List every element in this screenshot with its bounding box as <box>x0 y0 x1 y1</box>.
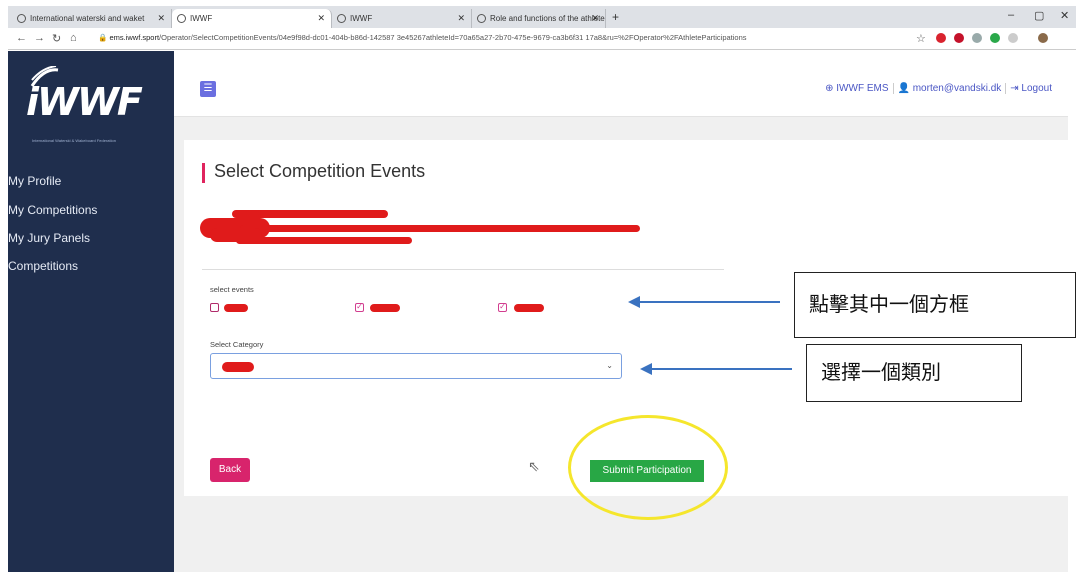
globe-icon <box>337 14 346 23</box>
tab-label: IWWF <box>190 14 213 23</box>
mouse-cursor-icon: ⇖ <box>528 458 540 474</box>
url-field[interactable]: 🔒 ems.iwwf.sport/Operator/SelectCompetit… <box>98 33 898 42</box>
maximize-button[interactable]: ▢ <box>1034 9 1044 22</box>
adblock-extension-icon[interactable] <box>954 33 964 43</box>
page-title: Select Competition Events <box>214 161 426 181</box>
annotation-arrow-line <box>652 368 792 370</box>
logout-link[interactable]: ⇥ Logout <box>1005 83 1056 94</box>
close-icon[interactable]: ✕ <box>317 13 325 24</box>
section-divider <box>202 269 724 270</box>
top-header: ☰ ⊕ IWWF EMS 👤 morten@vandski.dk ⇥ Logout <box>174 51 1068 117</box>
redaction-mark <box>210 228 262 242</box>
close-window-button[interactable]: ✕ <box>1060 9 1069 22</box>
redaction-mark <box>240 225 640 232</box>
header-links: ⊕ IWWF EMS 👤 morten@vandski.dk ⇥ Logout <box>821 83 1056 94</box>
forward-arrow-icon[interactable]: → <box>34 32 45 44</box>
select-category-label: Select Category <box>210 340 264 349</box>
minimize-button[interactable]: – <box>1008 9 1014 21</box>
sidebar-item-competitions[interactable]: Competitions <box>8 259 78 273</box>
green-extension-icon[interactable] <box>990 33 1000 43</box>
iwwf-logo[interactable]: iWWF International Waterski & Wakeboard … <box>20 66 160 146</box>
event-checkbox-1[interactable] <box>210 303 219 312</box>
sidebar-item-my-profile[interactable]: My Profile <box>8 174 61 188</box>
annotation-arrow-line <box>640 301 780 303</box>
back-button[interactable]: Back <box>210 458 250 482</box>
callout-category: 選擇一個類別 <box>806 344 1022 402</box>
tab-role-functions[interactable]: Role and functions of the athlete ✕ <box>472 9 606 28</box>
site-favicon-icon <box>17 14 26 23</box>
redaction-mark <box>514 304 544 312</box>
logo-text: iWWF <box>26 80 143 124</box>
title-accent-bar <box>202 163 205 183</box>
close-icon[interactable]: ✕ <box>457 13 465 24</box>
reading-list-icon[interactable] <box>1008 33 1018 43</box>
tab-label: IWWF <box>350 14 373 23</box>
callout-checkbox: 點擊其中一個方框 <box>794 272 1076 338</box>
logo-subtitle: International Waterski & Wakeboard Feder… <box>32 138 116 143</box>
opera-extension-icon[interactable] <box>936 33 946 43</box>
back-arrow-icon[interactable]: ← <box>16 32 27 44</box>
url-domain: ems.iwwf.sport <box>109 33 160 42</box>
tab-iwwf[interactable]: IWWF ✕ <box>332 9 472 28</box>
close-icon[interactable]: ✕ <box>157 13 165 24</box>
redaction-mark <box>232 210 388 218</box>
redaction-mark <box>224 304 248 312</box>
puzzle-extension-icon[interactable] <box>972 33 982 43</box>
redaction-mark <box>370 304 400 312</box>
star-icon[interactable]: ☆ <box>916 32 926 45</box>
tab-label: Role and functions of the athlete <box>490 14 605 23</box>
category-select[interactable]: ⌄ <box>210 353 622 379</box>
annotation-arrow-head-icon <box>628 296 640 308</box>
reload-icon[interactable]: ↻ <box>52 32 61 45</box>
tab-strip: International waterski and waket ✕ IWWF … <box>8 6 1076 28</box>
new-tab-button[interactable]: + <box>612 10 619 24</box>
menu-toggle-icon[interactable]: ☰ <box>200 81 216 97</box>
highlight-circle <box>568 415 728 520</box>
tab-waterski[interactable]: International waterski and waket ✕ <box>12 9 172 28</box>
sidebar-item-my-jury-panels[interactable]: My Jury Panels <box>8 231 90 245</box>
tab-iwwf-active[interactable]: IWWF ✕ <box>172 9 332 28</box>
redaction-mark <box>222 362 254 372</box>
sidebar-item-my-competitions[interactable]: My Competitions <box>8 203 97 217</box>
tab-label: International waterski and waket <box>30 14 145 23</box>
address-bar-row: ← → ↻ ⌂ 🔒 ems.iwwf.sport/Operator/Select… <box>8 28 1076 50</box>
home-icon[interactable]: ⌂ <box>70 32 77 44</box>
globe-icon <box>477 14 486 23</box>
globe-icon <box>177 14 186 23</box>
event-checkbox-2[interactable]: ✓ <box>355 303 364 312</box>
profile-avatar-icon[interactable] <box>1038 33 1048 43</box>
close-icon[interactable]: ✕ <box>591 13 599 24</box>
iwwf-ems-link[interactable]: ⊕ IWWF EMS <box>821 83 892 94</box>
event-checkbox-3[interactable]: ✓ <box>498 303 507 312</box>
user-email-link[interactable]: 👤 morten@vandski.dk <box>892 83 1006 94</box>
url-path: /Operator/SelectCompetitionEvents/04e9f9… <box>159 33 747 42</box>
annotation-arrow-head-icon <box>640 363 652 375</box>
select-events-label: select events <box>210 285 254 294</box>
chevron-down-icon: ⌄ <box>606 361 613 370</box>
redaction-mark <box>236 237 412 244</box>
lock-icon: 🔒 <box>98 33 110 42</box>
